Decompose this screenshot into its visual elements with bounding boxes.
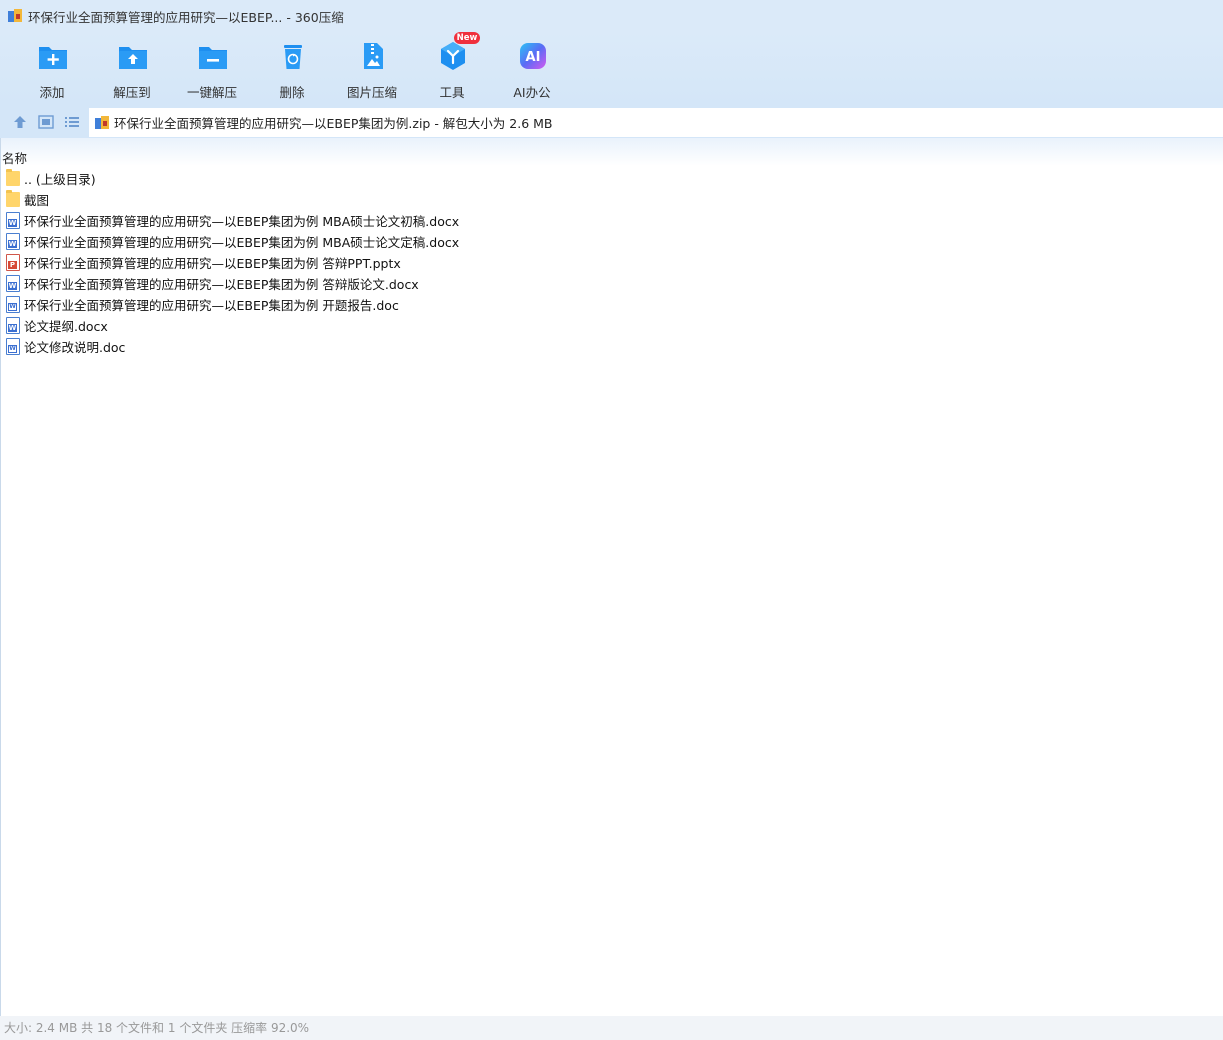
list-item-label: 环保行业全面预算管理的应用研究—以EBEP集团为例 答辩版论文.docx [24,276,419,292]
extract-to-button[interactable]: 解压到 [97,38,167,100]
list-item-label: 环保行业全面预算管理的应用研究—以EBEP集团为例 开题报告.doc [24,297,399,313]
list-item[interactable]: 截图 [6,189,49,209]
word-document-icon: W [6,316,20,334]
address-bar: 环保行业全面预算管理的应用研究—以EBEP集团为例.zip - 解包大小为 2.… [0,106,1223,138]
image-compress-icon [357,40,389,72]
path-field[interactable]: 环保行业全面预算管理的应用研究—以EBEP集团为例.zip - 解包大小为 2.… [89,108,1223,137]
list-item[interactable]: W 环保行业全面预算管理的应用研究—以EBEP集团为例 答辩版论文.docx [6,273,419,293]
word-legacy-document-icon: W [6,337,20,355]
word-document-icon: W [6,274,20,292]
tools-icon [437,40,469,72]
status-bar: 大小: 2.4 MB 共 18 个文件和 1 个文件夹 压缩率 92.0% [0,1016,1223,1040]
thumbnail-view-icon[interactable] [38,114,54,130]
tools-button[interactable]: 工具 [417,38,487,100]
folder-icon [6,168,20,187]
svg-text:AI: AI [526,50,541,65]
list-item-label: 论文修改说明.doc [24,339,126,355]
list-item-parent-dir[interactable]: .. (上级目录) [6,168,96,188]
zip-archive-icon [94,115,110,131]
delete-button-label: 删除 [279,85,305,100]
list-item-label: 论文提纲.docx [24,318,108,334]
powerpoint-document-icon: P [6,253,20,271]
tools-button-label: 工具 [439,85,465,100]
delete-icon [277,40,309,72]
title-bar: 环保行业全面预算管理的应用研究—以EBEP... - 360压缩 [0,0,1223,32]
app-logo-icon [7,8,23,24]
file-list-panel: 名称 .. (上级目录) 截图 W 环保行业全面预算管理的应用研究—以EBEP集… [0,138,1223,1016]
list-item[interactable]: W 论文提纲.docx [6,315,108,335]
list-item-label: .. (上级目录) [24,171,96,187]
word-legacy-document-icon: W [6,295,20,313]
list-item[interactable]: W 论文修改说明.doc [6,336,125,356]
image-compress-button[interactable]: 图片压缩 [337,38,407,100]
add-folder-icon [37,40,69,72]
one-click-extract-button[interactable]: 一键解压 [177,38,247,100]
list-item[interactable]: P 环保行业全面预算管理的应用研究—以EBEP集团为例 答辩PPT.pptx [6,252,401,272]
one-click-extract-icon [197,40,229,72]
list-item[interactable]: W 环保行业全面预算管理的应用研究—以EBEP集团为例 MBA硕士论文定稿.do… [6,231,459,251]
list-item-label: 环保行业全面预算管理的应用研究—以EBEP集团为例 答辩PPT.pptx [24,255,401,271]
list-item-label: 截图 [24,192,50,208]
word-document-icon: W [6,211,20,229]
window-title: 环保行业全面预算管理的应用研究—以EBEP... - 360压缩 [28,9,344,25]
folder-icon [6,189,20,208]
archive-path-text: 环保行业全面预算管理的应用研究—以EBEP集团为例.zip - 解包大小为 2.… [114,116,553,131]
add-button[interactable]: 添加 [17,38,87,100]
column-header-name[interactable]: 名称 [2,148,27,167]
ai-office-icon: AI [517,40,549,72]
delete-button[interactable]: 删除 [257,38,327,100]
list-item[interactable]: W 环保行业全面预算管理的应用研究—以EBEP集团为例 开题报告.doc [6,294,399,314]
one-click-extract-button-label: 一键解压 [186,85,237,100]
up-arrow-icon[interactable] [12,114,28,130]
list-item-label: 环保行业全面预算管理的应用研究—以EBEP集团为例 MBA硕士论文初稿.docx [24,213,460,229]
list-item-label: 环保行业全面预算管理的应用研究—以EBEP集团为例 MBA硕士论文定稿.docx [24,234,460,250]
word-document-icon: W [6,232,20,250]
extract-to-icon [117,40,149,72]
list-view-icon[interactable] [64,114,80,130]
list-item[interactable]: W 环保行业全面预算管理的应用研究—以EBEP集团为例 MBA硕士论文初稿.do… [6,210,459,230]
status-text: 大小: 2.4 MB 共 18 个文件和 1 个文件夹 压缩率 92.0% [4,1021,310,1035]
ai-office-button[interactable]: AI AI办公 [497,38,567,100]
new-badge: New [454,32,480,44]
ai-office-button-label: AI办公 [513,85,551,100]
extract-to-button-label: 解压到 [113,85,151,100]
toolbar: 添加 解压到 一键解压 删除 图片压缩 工具 New AI AI办公 [0,32,1223,106]
image-compress-button-label: 图片压缩 [346,85,397,100]
add-button-label: 添加 [39,85,65,100]
